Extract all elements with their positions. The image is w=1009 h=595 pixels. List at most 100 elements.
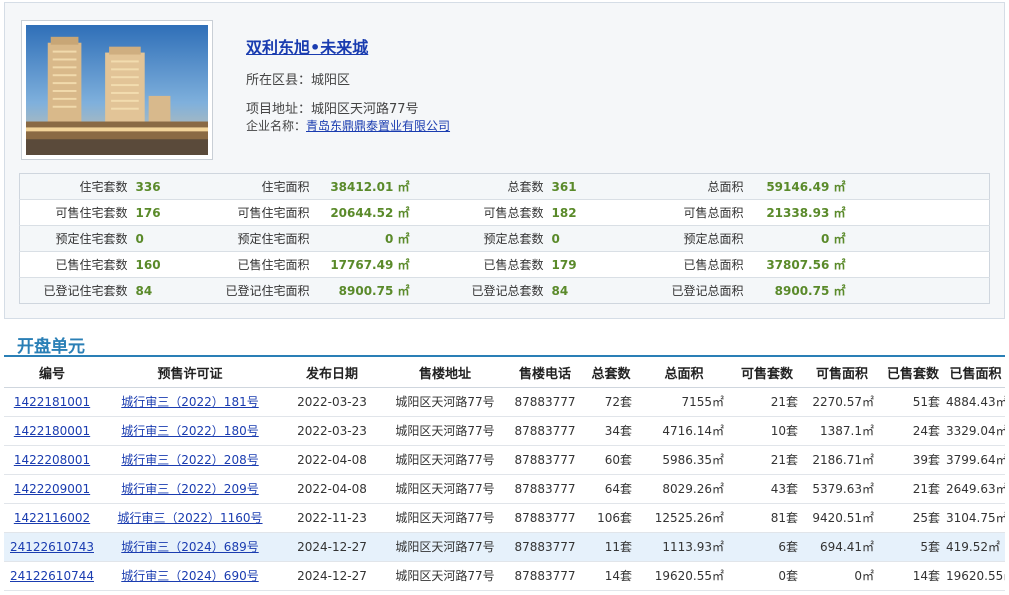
unit-cell: 21套 bbox=[880, 474, 946, 504]
stat-value: 0 bbox=[547, 225, 612, 252]
unit-row[interactable]: 1422209001 城行审三（2022）209号 2022-04-08 城阳区天河路… bbox=[4, 474, 1005, 504]
unit-cell: 9420.51㎡ bbox=[804, 503, 880, 533]
stat-value: 8900.75 ㎡ bbox=[747, 277, 850, 304]
stats-row: 已售住宅套数 160 已售住宅面积 17767.49 ㎡已售总套数 179 已售总面积 37… bbox=[19, 251, 990, 278]
unit-cell: 城行审三（2022）209号 bbox=[100, 474, 280, 504]
unit-cell: 24122610743 bbox=[4, 532, 100, 562]
stats-filler bbox=[849, 225, 990, 252]
stats-row: 住宅套数 336 住宅面积 38412.01 ㎡总套数 361 总面积 59146.49 ㎡ bbox=[19, 173, 990, 200]
stats-filler bbox=[849, 277, 990, 304]
unit-cell: 60套 bbox=[584, 445, 638, 475]
stat-label: 可售总套数 bbox=[413, 199, 548, 226]
unit-id-link[interactable]: 1422180001 bbox=[14, 424, 90, 438]
unit-id-link[interactable]: 24122610744 bbox=[10, 569, 94, 583]
stat-value: 38412.01 ㎡ bbox=[313, 173, 414, 200]
permit-link[interactable]: 城行审三（2022）209号 bbox=[121, 482, 258, 496]
unit-cell: 5379.63㎡ bbox=[804, 474, 880, 504]
stat-value: 361 bbox=[547, 173, 612, 200]
unit-cell: 0套 bbox=[730, 561, 804, 591]
column-header: 可售面积 bbox=[804, 358, 880, 388]
stat-value: 20644.52 ㎡ bbox=[313, 199, 414, 226]
stats-row: 可售住宅套数 176 可售住宅面积 20644.52 ㎡可售总套数 182 可售总面积 21… bbox=[19, 199, 990, 226]
unit-cell: 8029.26㎡ bbox=[638, 474, 730, 504]
unit-cell: 87883777 bbox=[506, 416, 584, 446]
unit-id-link[interactable]: 24122610743 bbox=[10, 540, 94, 554]
unit-row[interactable]: 24122610744 城行审三（2024）690号 2024-12-27 城阳区天河… bbox=[4, 561, 1005, 591]
permit-link[interactable]: 城行审三（2024）689号 bbox=[121, 540, 258, 554]
unit-cell: 6套 bbox=[730, 532, 804, 562]
permit-link[interactable]: 城行审三（2022）181号 bbox=[121, 395, 258, 409]
column-header: 总套数 bbox=[584, 358, 638, 388]
stat-label: 已售住宅套数 bbox=[19, 251, 132, 278]
unit-cell: 2186.71㎡ bbox=[804, 445, 880, 475]
unit-cell: 419.52㎡ bbox=[946, 532, 1005, 562]
unit-cell: 24套 bbox=[880, 416, 946, 446]
column-header: 编号 bbox=[4, 358, 100, 388]
units-table: 编号 预售许可证 发布日期 售楼地址 售楼电话 总套数 总面积 可售套数 可售面积 已售套数 已售面… bbox=[4, 358, 1005, 591]
stat-label: 已售住宅面积 bbox=[203, 251, 314, 278]
company-line: 企业名称：青岛东鼎鼎泰置业有限公司 bbox=[246, 117, 450, 134]
address-value: 城阳区天河路77号 bbox=[311, 102, 419, 117]
stat-label: 预定总面积 bbox=[611, 225, 748, 252]
unit-cell: 10套 bbox=[730, 416, 804, 446]
unit-cell: 694.41㎡ bbox=[804, 532, 880, 562]
unit-cell: 城行审三（2024）689号 bbox=[100, 532, 280, 562]
unit-cell: 87883777 bbox=[506, 387, 584, 417]
stat-value: 182 bbox=[547, 199, 612, 226]
stat-value: 84 bbox=[547, 277, 612, 304]
district-label: 所在区县： bbox=[246, 73, 312, 88]
permit-link[interactable]: 城行审三（2024）690号 bbox=[121, 569, 258, 583]
column-header: 发布日期 bbox=[280, 358, 384, 388]
stat-value: 21338.93 ㎡ bbox=[747, 199, 850, 226]
permit-link[interactable]: 城行审三（2022）208号 bbox=[121, 453, 258, 467]
unit-cell: 21套 bbox=[730, 445, 804, 475]
unit-cell: 2024-12-27 bbox=[280, 561, 384, 591]
unit-cell: 2022-11-23 bbox=[280, 503, 384, 533]
unit-cell: 1422181001 bbox=[4, 387, 100, 417]
unit-cell: 4884.43㎡ bbox=[946, 387, 1005, 417]
stat-value: 336 bbox=[131, 173, 204, 200]
unit-cell: 城阳区天河路77号 bbox=[384, 474, 506, 504]
permit-link[interactable]: 城行审三（2022）180号 bbox=[121, 424, 258, 438]
units-section-title: 开盘单元 bbox=[17, 337, 85, 357]
stat-label: 总面积 bbox=[611, 173, 748, 200]
unit-id-link[interactable]: 1422209001 bbox=[14, 482, 90, 496]
unit-cell: 1387.1㎡ bbox=[804, 416, 880, 446]
unit-cell: 城阳区天河路77号 bbox=[384, 532, 506, 562]
unit-cell: 11套 bbox=[584, 532, 638, 562]
unit-id-link[interactable]: 1422116002 bbox=[14, 511, 90, 525]
stats-row: 已登记住宅套数 84 已登记住宅面积 8900.75 ㎡已登记总套数 84 已登记总面积 8… bbox=[19, 277, 990, 304]
stat-label: 预定总套数 bbox=[413, 225, 548, 252]
unit-id-link[interactable]: 1422208001 bbox=[14, 453, 90, 467]
unit-row[interactable]: 24122610743 城行审三（2024）689号 2024-12-27 城阳区天河… bbox=[4, 532, 1005, 562]
stat-value: 176 bbox=[131, 199, 204, 226]
permit-link[interactable]: 城行审三（2022）1160号 bbox=[117, 511, 262, 525]
unit-row[interactable]: 1422208001 城行审三（2022）208号 2022-04-08 城阳区天河路… bbox=[4, 445, 1005, 475]
column-header: 已售面积 bbox=[946, 358, 1005, 388]
unit-cell: 城阳区天河路77号 bbox=[384, 503, 506, 533]
unit-cell: 3329.04㎡ bbox=[946, 416, 1005, 446]
unit-cell: 25套 bbox=[880, 503, 946, 533]
unit-row[interactable]: 1422116002 城行审三（2022）1160号 2022-11-23 城阳区天河… bbox=[4, 503, 1005, 533]
column-header: 可售套数 bbox=[730, 358, 804, 388]
stat-label: 已售总面积 bbox=[611, 251, 748, 278]
unit-id-link[interactable]: 1422181001 bbox=[14, 395, 90, 409]
unit-cell: 1422208001 bbox=[4, 445, 100, 475]
unit-cell: 39套 bbox=[880, 445, 946, 475]
stat-value: 17767.49 ㎡ bbox=[313, 251, 414, 278]
unit-cell: 87883777 bbox=[506, 445, 584, 475]
unit-cell: 城阳区天河路77号 bbox=[384, 387, 506, 417]
unit-cell: 4716.14㎡ bbox=[638, 416, 730, 446]
unit-row[interactable]: 1422181001 城行审三（2022）181号 2022-03-23 城阳区天河路… bbox=[4, 387, 1005, 417]
unit-cell: 81套 bbox=[730, 503, 804, 533]
unit-row[interactable]: 1422180001 城行审三（2022）180号 2022-03-23 城阳区天河路… bbox=[4, 416, 1005, 446]
stat-label: 可售住宅套数 bbox=[19, 199, 132, 226]
unit-cell: 106套 bbox=[584, 503, 638, 533]
unit-cell: 2022-04-08 bbox=[280, 445, 384, 475]
project-name-link[interactable]: 双利东旭•未来城 bbox=[246, 34, 368, 58]
stat-label: 已登记住宅套数 bbox=[19, 277, 132, 304]
section-divider bbox=[4, 355, 1005, 357]
unit-cell: 1422209001 bbox=[4, 474, 100, 504]
unit-cell: 87883777 bbox=[506, 532, 584, 562]
company-link[interactable]: 青岛东鼎鼎泰置业有限公司 bbox=[306, 119, 450, 133]
